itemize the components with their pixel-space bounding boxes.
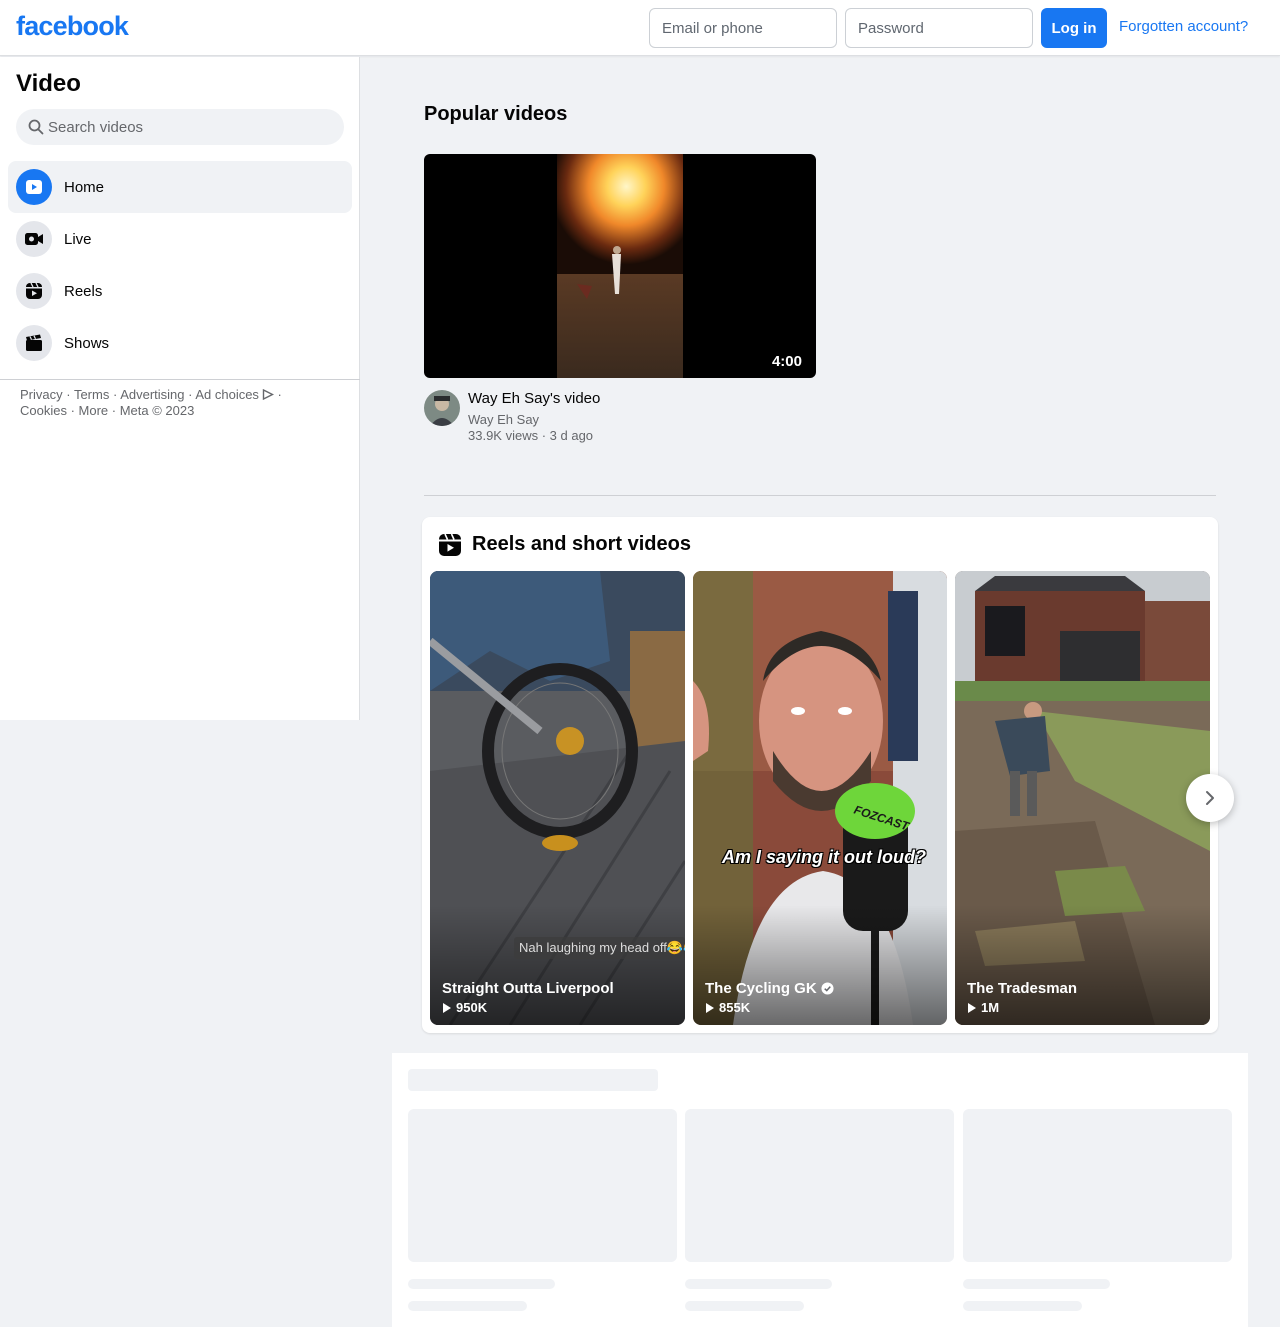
skeleton-bar (408, 1301, 527, 1311)
search-input[interactable] (48, 109, 338, 145)
facebook-logo[interactable]: facebook (16, 11, 129, 42)
reels-icon (439, 533, 461, 556)
avatar[interactable] (424, 390, 460, 426)
forgotten-account-link[interactable]: Forgotten account? (1119, 18, 1248, 35)
skeleton-bar (408, 1069, 658, 1091)
divider (0, 379, 360, 380)
sidebar-nav: Home Live Reels Shows (8, 161, 352, 369)
sidebar-item-label: Home (64, 178, 105, 196)
video-frame-image (557, 154, 683, 378)
reels-icon (16, 273, 52, 309)
video-thumbnail[interactable]: 4:00 (424, 154, 816, 378)
skeleton-bar (685, 1301, 804, 1311)
search-icon (28, 119, 44, 135)
video-author-link[interactable]: Way Eh Say (468, 412, 539, 427)
verified-badge-icon (821, 982, 834, 995)
play-icon (706, 1002, 714, 1013)
sidebar-item-reels[interactable]: Reels (8, 265, 352, 317)
sidebar-item-label: Live (64, 230, 92, 248)
video-duration: 4:00 (771, 353, 802, 370)
reel-author: Straight Outta Liverpool (442, 980, 614, 997)
live-camera-icon (16, 221, 52, 257)
skeleton-card (408, 1109, 677, 1262)
view-count: 33.9K views (468, 428, 539, 443)
sidebar-item-home[interactable]: Home (8, 161, 352, 213)
clapperboard-icon (16, 325, 52, 361)
footer-links: Privacy · Terms · Advertising · Ad choic… (20, 387, 282, 418)
video-age: 3 d ago (549, 428, 594, 443)
password-field[interactable] (845, 8, 1033, 48)
section-title-reels: Reels and short videos (472, 533, 691, 555)
reel-view-count: 855K (705, 1000, 750, 1015)
video-meta: 33.9K views · 3 d ago (468, 428, 594, 443)
section-title-popular: Popular videos (424, 103, 568, 125)
ad-choices-icon (262, 388, 275, 401)
sidebar-item-shows[interactable]: Shows (8, 317, 352, 369)
sidebar-item-label: Reels (64, 282, 103, 300)
skeleton-card (963, 1109, 1232, 1262)
skeleton-bar (963, 1301, 1082, 1311)
ad-choices-link[interactable]: Ad choices (195, 387, 259, 402)
reel-card[interactable]: The Tradesman 1M (955, 571, 1210, 1025)
cookies-link[interactable]: Cookies (20, 403, 67, 418)
video-play-icon (16, 169, 52, 205)
skeleton-bar (963, 1279, 1110, 1289)
reel-caption: Am I saying it out loud? (722, 847, 926, 867)
sidebar: Video Home Live Reels Shows (0, 57, 360, 720)
advertising-link[interactable]: Advertising (120, 387, 184, 402)
login-button[interactable]: Log in (1041, 8, 1107, 48)
reel-caption: Nah laughing my head off😂😂 (514, 937, 685, 959)
skeleton-bar (408, 1279, 555, 1289)
page-title: Video (16, 70, 81, 97)
reel-view-count: 1M (967, 1000, 999, 1015)
copyright: Meta © 2023 (119, 403, 195, 418)
play-icon (443, 1002, 451, 1013)
reel-card[interactable]: FOZCAST Am I saying it out loud? The Cyc… (693, 571, 947, 1025)
reel-author: The Tradesman (967, 980, 1078, 997)
skeleton-bar (685, 1279, 832, 1289)
play-icon (968, 1002, 976, 1013)
email-field[interactable] (649, 8, 837, 48)
privacy-link[interactable]: Privacy (20, 387, 63, 402)
more-link[interactable]: More (79, 403, 109, 418)
next-button[interactable] (1186, 774, 1234, 822)
video-title-link[interactable]: Way Eh Say's video (468, 390, 600, 407)
reels-section: Reels and short videos Nah laughing my h… (422, 517, 1218, 1033)
divider (424, 495, 1216, 496)
skeleton-card (685, 1109, 954, 1262)
sidebar-item-live[interactable]: Live (8, 213, 352, 265)
search-box[interactable] (16, 109, 344, 145)
sidebar-item-label: Shows (64, 334, 110, 352)
loading-skeleton (392, 1053, 1248, 1327)
terms-link[interactable]: Terms (74, 387, 109, 402)
chevron-right-icon (1206, 791, 1214, 805)
top-bar: facebook Log in Forgotten account? (0, 0, 1280, 56)
reel-author: The Cycling GK (705, 980, 834, 997)
reel-view-count: 950K (442, 1000, 487, 1015)
reel-card[interactable]: Nah laughing my head off😂😂 Straight Outt… (430, 571, 685, 1025)
